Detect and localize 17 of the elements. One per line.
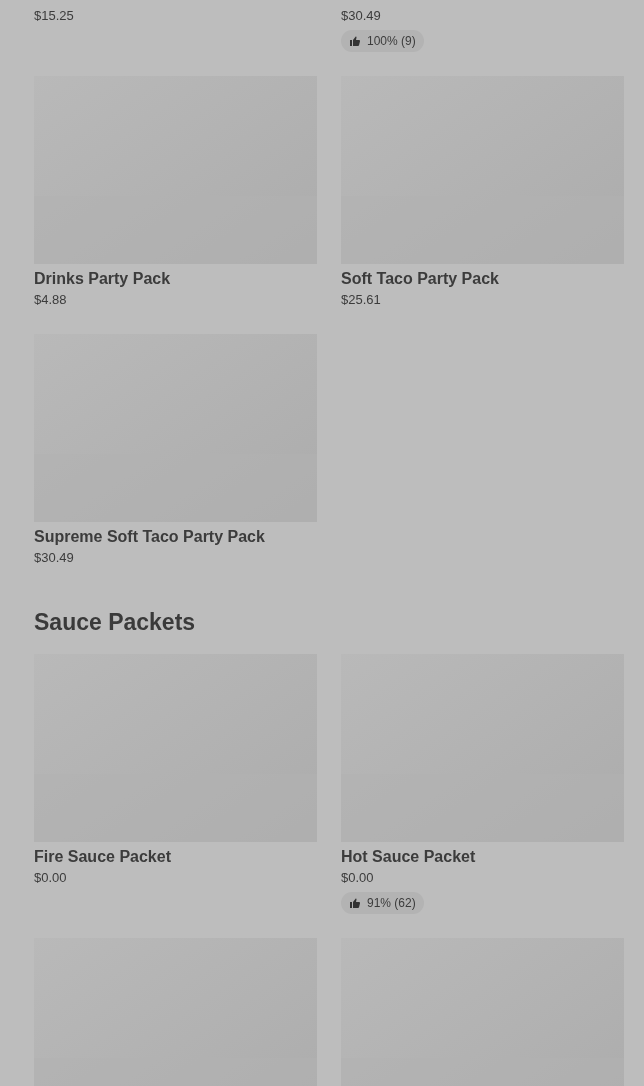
product-name[interactable]: Drinks Party Pack xyxy=(34,268,317,290)
rating-badge: 91% (62) xyxy=(341,892,424,914)
product-price: $0.00 xyxy=(341,869,375,887)
product-name[interactable]: Supreme Soft Taco Party Pack xyxy=(34,526,317,548)
product-price: $30.49 xyxy=(341,7,382,25)
product-price: $0.00 xyxy=(34,869,68,887)
product-price: $25.61 xyxy=(341,291,382,309)
section-heading: Sauce Packets xyxy=(34,608,197,637)
thumbs-up-icon xyxy=(349,35,361,47)
product-name[interactable]: Soft Taco Party Pack xyxy=(341,268,624,290)
product-price: $15.25 xyxy=(34,7,75,25)
product-name[interactable]: Hot Sauce Packet xyxy=(341,846,624,868)
product-price: $4.88 xyxy=(34,291,68,309)
product-name[interactable]: Fire Sauce Packet xyxy=(34,846,317,868)
thumbs-up-icon xyxy=(349,897,361,909)
rating-badge: 100% (9) xyxy=(341,30,424,52)
product-price: $30.49 xyxy=(34,549,75,567)
